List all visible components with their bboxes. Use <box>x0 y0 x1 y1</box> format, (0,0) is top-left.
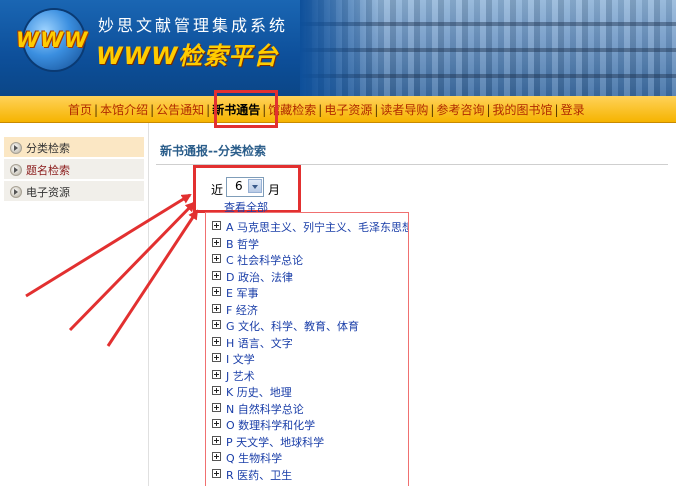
category-label[interactable]: K 历史、地理 <box>226 384 292 400</box>
nav-item[interactable]: 电子资源 <box>324 103 372 117</box>
expand-plus-icon[interactable] <box>212 303 221 313</box>
expand-plus-icon[interactable] <box>212 468 221 478</box>
category-tree: A 马克思主义、列宁主义、毛泽东思想 B 哲学 C 社会科学总论 D 政治、法律 E 军… <box>205 212 409 486</box>
expand-plus-icon[interactable] <box>212 221 221 230</box>
expand-plus-icon[interactable] <box>212 419 221 428</box>
expand-plus-icon[interactable] <box>212 287 221 296</box>
nav-separator: | <box>206 103 211 117</box>
category-label[interactable]: H 语言、文字 <box>226 335 293 351</box>
category-label[interactable]: J 艺术 <box>226 368 255 384</box>
nav-item[interactable]: 参考咨询 <box>436 103 484 117</box>
category-label[interactable]: Q 生物科学 <box>226 450 282 466</box>
expand-plus-icon[interactable] <box>212 320 221 329</box>
nav-item[interactable]: 首页 <box>68 103 92 117</box>
expand-plus-icon[interactable] <box>212 254 221 263</box>
nav-item[interactable]: 登录 <box>561 103 585 117</box>
system-name: 妙思文献管理集成系统 <box>98 16 289 35</box>
arrow-bullet-icon <box>10 186 22 198</box>
category-label[interactable]: F 经济 <box>226 302 258 318</box>
arrow-bullet-icon <box>10 142 22 154</box>
nav-separator: | <box>94 103 99 117</box>
months-suffix-label: 月 <box>268 183 281 197</box>
expand-plus-icon[interactable] <box>212 386 221 395</box>
months-select-value: 6 <box>235 179 243 193</box>
expand-plus-icon[interactable] <box>212 270 221 280</box>
sidebar: 分类检索 题名检索 电子资源 <box>0 123 149 486</box>
category-label[interactable]: G 文化、科学、教育、体育 <box>226 318 359 334</box>
nav-item[interactable]: 公告通知 <box>156 103 204 117</box>
expand-plus-icon[interactable] <box>212 435 221 445</box>
main-nav-bar: 首页 | 本馆介绍 | 公告通知 | 新书通告 | 馆藏检索 | 电子资源 | 读者导购 | 参考咨询 | 我的… <box>0 96 676 123</box>
sidebar-item-e-resources[interactable]: 电子资源 <box>4 181 144 202</box>
page-title: 新书通报--分类检索 <box>160 144 266 158</box>
expand-plus-icon[interactable] <box>212 237 221 247</box>
expand-plus-icon[interactable] <box>212 402 221 412</box>
sidebar-item-classification-search[interactable]: 分类检索 <box>4 137 144 158</box>
logo-text: WWW <box>16 28 89 52</box>
expand-plus-icon[interactable] <box>212 369 221 379</box>
expand-plus-icon[interactable] <box>212 452 221 461</box>
main-nav: 首页 | 本馆介绍 | 公告通知 | 新书通告 | 馆藏检索 | 电子资源 | 读者导购 | 参考咨询 | 我的… <box>68 101 585 118</box>
category-label[interactable]: O 数理科学和化学 <box>226 417 315 433</box>
platform-name: WWW检索平台 <box>96 42 279 70</box>
category-label[interactable]: B 哲学 <box>226 236 259 252</box>
arrow-bullet-icon <box>10 164 22 176</box>
nav-item[interactable]: 本馆介绍 <box>100 103 148 117</box>
sidebar-item-title-search[interactable]: 题名检索 <box>4 159 144 180</box>
category-label[interactable]: I 文学 <box>226 351 255 367</box>
sidebar-item-label: 题名检索 <box>26 164 70 177</box>
annotation-highlight-nav <box>214 90 278 128</box>
sidebar-item-label: 电子资源 <box>26 186 70 199</box>
sidebar-item-label: 分类检索 <box>26 142 70 155</box>
chevron-down-icon[interactable] <box>248 179 262 193</box>
category-label[interactable]: A 马克思主义、列宁主义、毛泽东思想 <box>226 219 408 235</box>
banner-fade <box>300 0 380 96</box>
header-banner: WWW 妙思文献管理集成系统 WWW检索平台 <box>0 0 676 96</box>
category-label[interactable]: E 军事 <box>226 285 258 301</box>
expand-plus-icon[interactable] <box>212 353 221 362</box>
nav-item[interactable]: 读者导购 <box>380 103 428 117</box>
months-prefix-label: 近 <box>211 183 224 197</box>
months-select[interactable]: 6 <box>226 177 264 197</box>
nav-separator: | <box>554 103 559 117</box>
category-label[interactable]: N 自然科学总论 <box>226 401 304 417</box>
category-label[interactable]: R 医药、卫生 <box>226 467 292 483</box>
nav-separator: | <box>486 103 491 117</box>
category-label[interactable]: C 社会科学总论 <box>226 252 303 268</box>
nav-separator: | <box>150 103 155 117</box>
category-label[interactable]: D 政治、法律 <box>226 269 293 285</box>
category-label[interactable]: P 天文学、地球科学 <box>226 434 324 450</box>
nav-item[interactable]: 我的图书馆 <box>493 103 553 117</box>
expand-plus-icon[interactable] <box>212 336 221 346</box>
